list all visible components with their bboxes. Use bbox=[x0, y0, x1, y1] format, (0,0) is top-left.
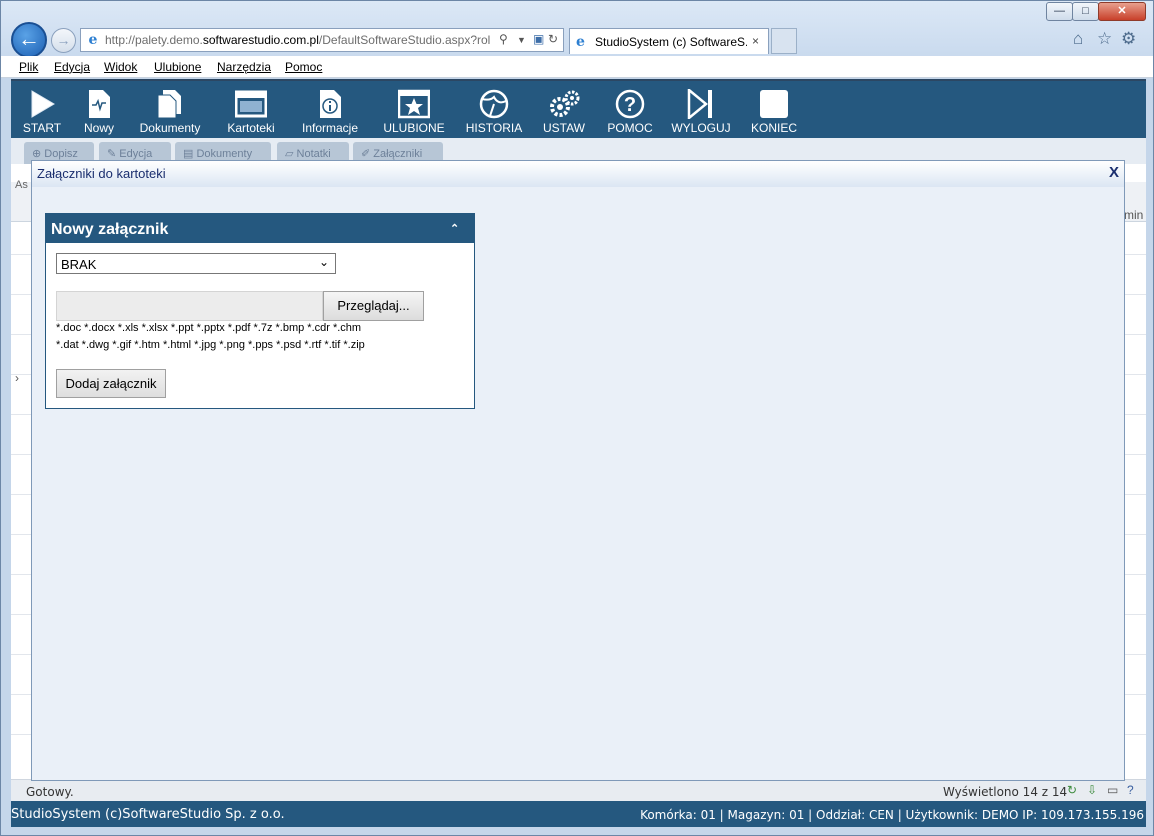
settings-gear-icon[interactable]: ⚙ bbox=[1121, 29, 1136, 49]
stop-icon bbox=[760, 90, 788, 118]
tab-close-icon[interactable]: × bbox=[752, 34, 759, 48]
new-attachment-panel: Nowy załącznik ⌃ BRAK ⌄ Przeglądaj... *.… bbox=[45, 213, 475, 409]
expand-arrow-icon[interactable]: › bbox=[15, 371, 19, 385]
dialog-close-icon[interactable]: X bbox=[1109, 164, 1119, 181]
toolbar-help-button[interactable]: ? POMOC bbox=[603, 81, 657, 139]
tab-label: StudioSystem (c) SoftwareS... bbox=[595, 35, 747, 49]
new-tab-button[interactable] bbox=[771, 28, 797, 54]
toolbar-label: POMOC bbox=[607, 121, 653, 135]
url-text: http://palety.demo.softwarestudio.com.pl… bbox=[105, 33, 491, 47]
page-content: START Nowy Dokumenty Kartoteki Informacj… bbox=[11, 79, 1146, 827]
comment-icon[interactable]: ▭ bbox=[1107, 783, 1118, 797]
browser-window: — □ ✕ ← → e http://palety.demo.softwares… bbox=[0, 0, 1154, 836]
menu-widok[interactable]: Widok bbox=[104, 60, 137, 74]
browser-titlebar: — □ ✕ ← → e http://palety.demo.softwares… bbox=[1, 1, 1153, 58]
toolbar-label: Dokumenty bbox=[139, 121, 201, 135]
svg-text:?: ? bbox=[624, 94, 636, 116]
menu-ulubione[interactable]: Ulubione bbox=[154, 60, 201, 74]
back-button[interactable]: ← bbox=[11, 22, 47, 58]
panel-title: Nowy załącznik bbox=[51, 221, 169, 238]
close-window-button[interactable]: ✕ bbox=[1098, 2, 1146, 21]
footer-session-info: Komórka: 01 | Magazyn: 01 | Oddział: CEN… bbox=[640, 808, 1144, 822]
toolbar-label: Nowy bbox=[83, 121, 114, 135]
app-footer: StudioSystem (c)SoftwareStudio Sp. z o.o… bbox=[11, 801, 1146, 827]
add-attachment-button[interactable]: Dodaj załącznik bbox=[56, 369, 166, 398]
menu-edycja[interactable]: Edycja bbox=[54, 60, 90, 74]
allowed-extensions-line: *.doc *.docx *.xls *.xlsx *.ppt *.pptx *… bbox=[56, 322, 362, 334]
refresh-icon[interactable]: ↻ bbox=[548, 32, 558, 46]
toolbar-documents-button[interactable]: Dokumenty bbox=[135, 81, 205, 139]
collapse-chevron-icon[interactable]: ⌃ bbox=[450, 222, 459, 235]
dialog-titlebar: Załączniki do kartoteki X bbox=[32, 161, 1124, 187]
logout-icon bbox=[687, 89, 712, 119]
chevron-down-icon: ⌄ bbox=[319, 255, 330, 269]
info-icon bbox=[320, 90, 341, 118]
dropdown-icon[interactable]: ▼ bbox=[517, 35, 526, 45]
help-small-icon[interactable]: ? bbox=[1127, 783, 1134, 797]
attachments-dialog: Załączniki do kartoteki X Nowy załącznik… bbox=[31, 160, 1125, 781]
toolbar-label: Kartoteki bbox=[227, 121, 275, 135]
toolbar-logout-button[interactable]: WYLOGUJ bbox=[669, 81, 733, 139]
toolbar-start-button[interactable]: START bbox=[17, 81, 67, 139]
play-icon bbox=[31, 90, 55, 118]
records-shown: Wyświetlono 14 z 14 bbox=[943, 785, 1068, 799]
status-text: Gotowy. bbox=[26, 785, 74, 799]
toolbar-kartoteki-button[interactable]: Kartoteki bbox=[221, 81, 281, 139]
maximize-button[interactable]: □ bbox=[1072, 2, 1099, 21]
toolbar-label: USTAW bbox=[543, 121, 585, 135]
history-icon bbox=[479, 89, 509, 119]
gears-icon bbox=[550, 90, 580, 117]
toolbar-info-button[interactable]: Informacje bbox=[296, 81, 364, 139]
footer-company: StudioSystem (c)SoftwareStudio Sp. z o.o… bbox=[11, 807, 285, 822]
status-strip: Gotowy. Wyświetlono 14 z 14 ↻ ⇩ ▭ ? bbox=[11, 779, 1146, 801]
menu-plik[interactable]: Plik bbox=[19, 60, 38, 74]
documents-icon bbox=[157, 90, 181, 119]
toolbar-settings-button[interactable]: USTAW bbox=[539, 81, 589, 139]
file-path-input[interactable] bbox=[56, 291, 323, 321]
window-icon bbox=[235, 90, 267, 118]
export-icon[interactable]: ⇩ bbox=[1087, 783, 1097, 797]
menu-pomoc[interactable]: Pomoc bbox=[285, 60, 322, 74]
attachment-type-select[interactable]: BRAK ⌄ bbox=[56, 253, 336, 274]
column-fragment-left: As bbox=[15, 179, 28, 191]
compat-view-icon[interactable]: ▣ bbox=[533, 32, 544, 46]
dialog-title: Załączniki do kartoteki bbox=[37, 166, 166, 181]
panel-header: Nowy załącznik ⌃ bbox=[46, 214, 474, 243]
menu-bar: Plik Edycja Widok Ulubione Narzędzia Pom… bbox=[1, 56, 1153, 78]
toolbar-label: WYLOGUJ bbox=[671, 121, 731, 135]
favorites-star-icon[interactable]: ☆ bbox=[1097, 29, 1112, 49]
tab-studiosystem[interactable]: e StudioSystem (c) SoftwareS... × bbox=[569, 28, 769, 54]
select-value: BRAK bbox=[61, 257, 97, 272]
toolbar-label: KONIEC bbox=[750, 121, 797, 135]
minimize-button[interactable]: — bbox=[1046, 2, 1073, 21]
allowed-extensions-line: *.dat *.dwg *.gif *.htm *.html *.jpg *.p… bbox=[56, 339, 365, 351]
search-icon[interactable]: ⚲ bbox=[499, 32, 508, 46]
toolbar-label: Informacje bbox=[301, 121, 359, 135]
column-fragment-right: min bbox=[1124, 208, 1144, 222]
new-document-icon bbox=[89, 90, 110, 118]
home-icon[interactable]: ⌂ bbox=[1073, 29, 1083, 49]
toolbar-label: HISTORIA bbox=[465, 121, 523, 135]
toolbar-label: START bbox=[22, 121, 62, 135]
ie-tab-icon: e bbox=[576, 34, 585, 50]
address-bar[interactable]: e http://palety.demo.softwarestudio.com.… bbox=[80, 28, 564, 52]
toolbar-label: ULUBIONE bbox=[383, 121, 445, 135]
star-icon bbox=[398, 89, 430, 119]
ie-icon: e bbox=[88, 32, 98, 48]
toolbar-new-button[interactable]: Nowy bbox=[77, 81, 121, 139]
forward-button[interactable]: → bbox=[51, 28, 76, 53]
toolbar-history-button[interactable]: HISTORIA bbox=[461, 81, 527, 139]
refresh-data-icon[interactable]: ↻ bbox=[1067, 783, 1077, 797]
menu-narzedzia[interactable]: Narzędzia bbox=[217, 60, 271, 74]
toolbar-exit-button[interactable]: KONIEC bbox=[747, 81, 801, 139]
toolbar-favorites-button[interactable]: ULUBIONE bbox=[379, 81, 449, 139]
browse-button[interactable]: Przeglądaj... bbox=[323, 291, 424, 321]
help-icon: ? bbox=[615, 89, 645, 119]
main-toolbar: START Nowy Dokumenty Kartoteki Informacj… bbox=[11, 79, 1146, 138]
